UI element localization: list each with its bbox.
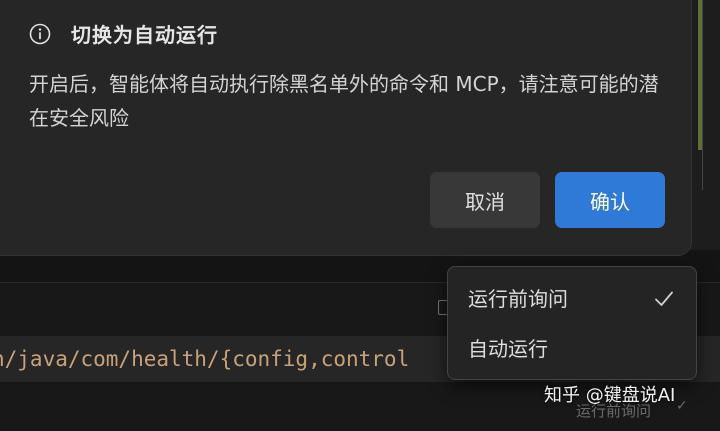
dialog-title: 切换为自动运行 xyxy=(71,23,218,47)
watermark: 知乎 @键盘说AI xyxy=(544,385,676,406)
info-icon xyxy=(29,23,51,44)
dropdown-item-label: 运行前询问 xyxy=(468,287,568,311)
run-mode-check-icon: ✓ xyxy=(676,398,688,414)
dropdown-item-ask-before-run[interactable]: 运行前询问 xyxy=(468,279,678,319)
cancel-button[interactable]: 取消 xyxy=(430,172,540,228)
dialog-message: 开启后，智能体将自动执行除黑名单外的命令和 MCP，请注意可能的潜在安全风险 xyxy=(29,72,659,130)
confirm-button[interactable]: 确认 xyxy=(555,172,665,228)
dialog-header: 切换为自动运行 xyxy=(29,19,218,48)
code-text: n/java/com/health/{config,control xyxy=(0,347,410,371)
editor-background-strip xyxy=(690,0,720,250)
editor-divider xyxy=(702,0,703,190)
dropdown-item-auto-run[interactable]: 自动运行 xyxy=(468,329,678,369)
run-mode-dropdown: 运行前询问 自动运行 xyxy=(447,266,697,380)
dropdown-item-label: 自动运行 xyxy=(468,337,548,361)
auto-run-confirm-dialog: 切换为自动运行 开启后，智能体将自动执行除黑名单外的命令和 MCP，请注意可能的… xyxy=(0,0,692,256)
check-icon xyxy=(655,291,673,306)
